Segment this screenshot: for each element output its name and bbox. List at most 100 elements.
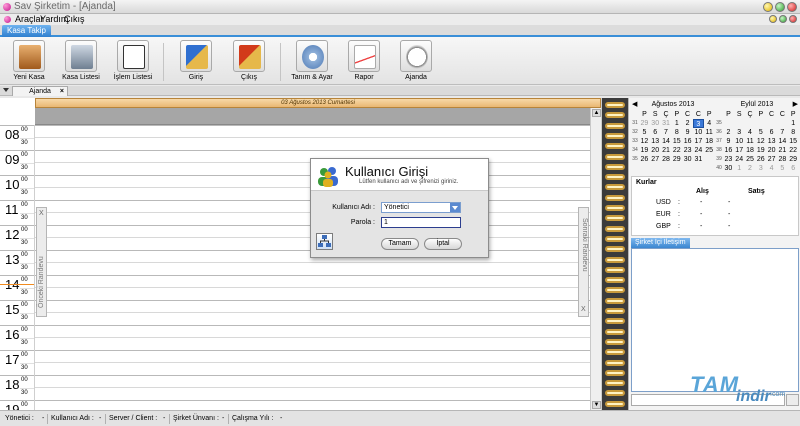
calendar-day[interactable]: 8 [788, 128, 799, 137]
calendar-day[interactable]: 20 [766, 146, 777, 155]
calendar-day[interactable]: 11 [704, 128, 715, 137]
calendar-day[interactable]: 3 [755, 164, 766, 173]
calendar-day[interactable]: 3 [734, 128, 745, 137]
calendar-day[interactable]: 2 [745, 164, 756, 173]
ajanda-button[interactable]: Ajanda [392, 40, 440, 84]
close-tab-icon[interactable]: × [60, 87, 64, 96]
calendar-day[interactable]: 6 [788, 164, 799, 173]
calendar-day[interactable]: 5 [777, 164, 788, 173]
calendar-day[interactable]: 19 [755, 146, 766, 155]
minimize-icon[interactable] [763, 2, 773, 12]
calendar-day[interactable]: 18 [704, 137, 715, 146]
yeni-kasa-button[interactable]: Yeni Kasa [5, 40, 53, 84]
kasa-listesi-button[interactable]: Kasa Listesi [57, 40, 105, 84]
calendar-day[interactable]: 28 [661, 155, 672, 164]
rapor-button[interactable]: Rapor [340, 40, 388, 84]
password-field[interactable]: 1 [381, 217, 461, 228]
calendar-day[interactable]: 14 [777, 137, 788, 146]
scroll-down-icon[interactable]: ▼ [592, 401, 601, 409]
calendar-day[interactable]: 22 [788, 146, 799, 155]
calendar-day[interactable]: 16 [723, 146, 734, 155]
calendar-day[interactable]: 30 [723, 164, 734, 173]
calendar-day[interactable]: 6 [650, 128, 661, 137]
chevron-down-icon[interactable] [450, 203, 460, 212]
child-minimize-icon[interactable] [769, 15, 777, 23]
calendar-day[interactable]: 1 [788, 119, 799, 128]
panel-close-icon[interactable]: X [581, 306, 586, 313]
calendar-day[interactable]: 31 [661, 119, 672, 128]
tab-company-messaging[interactable]: Şirket İçi İletişim [631, 238, 690, 248]
calendar-day[interactable]: 21 [777, 146, 788, 155]
calendar-day[interactable]: 2 [723, 128, 734, 137]
calendar-day[interactable]: 26 [755, 155, 766, 164]
maximize-icon[interactable] [775, 2, 785, 12]
calendar-day[interactable]: 18 [745, 146, 756, 155]
calendar-day[interactable]: 29 [788, 155, 799, 164]
tab-ajanda[interactable]: Ajanda × [12, 86, 68, 96]
calendar-day[interactable]: 19 [639, 146, 650, 155]
calendar-day[interactable]: 30 [650, 119, 661, 128]
calendar-day[interactable]: 6 [766, 128, 777, 137]
child-restore-icon[interactable] [779, 15, 787, 23]
username-select[interactable]: Yönetici [381, 202, 461, 213]
agenda-scrollbar[interactable]: ▲ ▼ [590, 108, 601, 410]
menu-cikis[interactable]: Çıkış [64, 14, 85, 24]
next-appointment-panel[interactable]: X Sonraki Randevu [578, 207, 589, 317]
calendar-day[interactable]: 5 [639, 128, 650, 137]
calendar-day[interactable]: 4 [766, 164, 777, 173]
cikis-button[interactable]: Çıkış [225, 40, 273, 84]
calendar-day[interactable]: 23 [682, 146, 693, 155]
calendar-day[interactable]: 9 [682, 128, 693, 137]
calendar-day[interactable]: 9 [723, 137, 734, 146]
calendar-day[interactable]: 15 [788, 137, 799, 146]
prev-month-button[interactable]: ◀ [632, 100, 637, 110]
calendar-day[interactable]: 15 [671, 137, 682, 146]
calendar-day[interactable]: 26 [639, 155, 650, 164]
calendar-day[interactable]: 16 [682, 137, 693, 146]
calendar-day[interactable]: 3 [692, 119, 704, 128]
calendar-day[interactable]: 29 [639, 119, 650, 128]
calendar-day[interactable]: 23 [723, 155, 734, 164]
all-day-band[interactable] [35, 108, 601, 125]
calendar-day[interactable]: 29 [671, 155, 682, 164]
calendar-day[interactable]: 7 [661, 128, 672, 137]
calendar-day[interactable]: 1 [671, 119, 682, 128]
ok-button[interactable]: Tamam [381, 238, 419, 250]
message-list[interactable] [631, 248, 799, 392]
calendar-day[interactable]: 7 [777, 128, 788, 137]
scroll-up-icon[interactable]: ▲ [592, 109, 601, 117]
calendar-day[interactable]: 20 [650, 146, 661, 155]
calendar-day[interactable]: 1 [734, 164, 745, 173]
calendar-day[interactable]: 31 [693, 155, 704, 164]
calendar-day[interactable]: 27 [766, 155, 777, 164]
previous-appointment-panel[interactable]: X Önceki Randevu [36, 207, 47, 317]
panel-close-icon[interactable]: X [39, 210, 44, 217]
next-month-button[interactable]: ▶ [793, 100, 798, 110]
network-settings-button[interactable] [316, 233, 333, 250]
calendar-day[interactable]: 8 [671, 128, 682, 137]
calendar-day[interactable]: 25 [704, 146, 715, 155]
giris-button[interactable]: Giriş [172, 40, 220, 84]
tanim-ayar-button[interactable]: Tanım & Ayar [288, 40, 336, 84]
calendar-day[interactable]: 21 [661, 146, 672, 155]
calendar-day[interactable]: 24 [734, 155, 745, 164]
calendar-day[interactable]: 11 [745, 137, 756, 146]
calendar-day[interactable]: 14 [661, 137, 672, 146]
calendar-day[interactable]: 17 [734, 146, 745, 155]
close-icon[interactable] [787, 2, 797, 12]
calendar-day[interactable]: 13 [650, 137, 661, 146]
tab-kasa-takip[interactable]: Kasa Takip [2, 25, 51, 37]
calendar-day[interactable]: 22 [671, 146, 682, 155]
calendar-day[interactable]: 17 [693, 137, 704, 146]
calendar-day[interactable]: 13 [766, 137, 777, 146]
tab-list-dropdown-icon[interactable] [3, 88, 9, 92]
calendar-day[interactable]: 12 [639, 137, 650, 146]
calendar-day[interactable]: 2 [682, 119, 693, 128]
calendar-day[interactable]: 25 [745, 155, 756, 164]
calendar-day[interactable]: 5 [755, 128, 766, 137]
calendar-day[interactable]: 4 [745, 128, 756, 137]
app-menu-icon[interactable] [4, 16, 11, 23]
cancel-button[interactable]: İptal [424, 238, 462, 250]
calendar-day[interactable]: 28 [777, 155, 788, 164]
calendar-day[interactable]: 12 [755, 137, 766, 146]
